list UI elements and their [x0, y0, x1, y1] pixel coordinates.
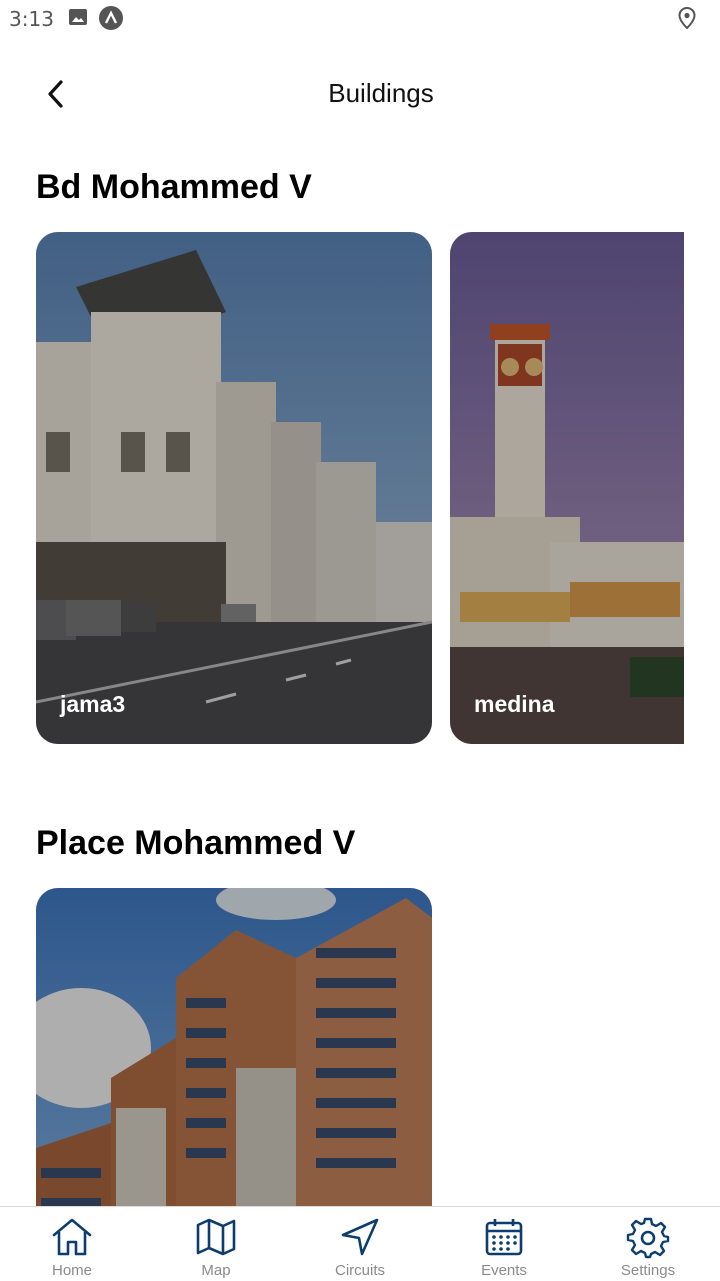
card-overlay	[450, 232, 684, 744]
map-icon	[196, 1218, 236, 1256]
nav-home-label: Home	[51, 1262, 92, 1279]
nav-events-label: Events	[481, 1262, 527, 1279]
building-card-medina[interactable]: medina	[450, 232, 684, 744]
building-card-jama3[interactable]: jama3	[36, 232, 432, 744]
card-overlay	[36, 232, 432, 744]
settings-icon	[626, 1217, 670, 1259]
app-notification-icon	[99, 6, 123, 30]
nav-circuits[interactable]: Circuits	[288, 1207, 432, 1281]
navigation-icon	[341, 1218, 379, 1256]
nav-settings-label: Settings	[620, 1262, 676, 1279]
calendar-icon	[485, 1219, 523, 1256]
section-title-place-mohammed-v: Place Mohammed V	[36, 824, 356, 862]
nav-map[interactable]: Map	[144, 1207, 288, 1281]
location-icon	[678, 7, 696, 29]
image-notification-icon	[69, 9, 87, 25]
nav-events[interactable]: Events	[432, 1207, 576, 1281]
card-overlay	[36, 888, 432, 1248]
nav-home[interactable]: Home	[0, 1207, 144, 1281]
page-title: Buildings	[328, 78, 434, 108]
card-label: jama3	[60, 691, 126, 717]
nav-settings[interactable]: Settings	[576, 1207, 720, 1281]
section-title-bd-mohammed-v: Bd Mohammed V	[36, 168, 312, 206]
status-bar: 3:13	[0, 0, 720, 36]
bottom-navigation: Home Map Circuits Events Settings	[0, 1206, 720, 1281]
nav-circuits-label: Circuits	[334, 1262, 385, 1279]
nav-map-label: Map	[201, 1262, 231, 1279]
building-card-place-mohammed-v[interactable]	[36, 888, 432, 1248]
top-app-bar: Buildings	[0, 56, 720, 132]
status-time: 3:13	[9, 7, 54, 31]
home-icon	[52, 1218, 92, 1256]
card-label: medina	[474, 691, 555, 717]
